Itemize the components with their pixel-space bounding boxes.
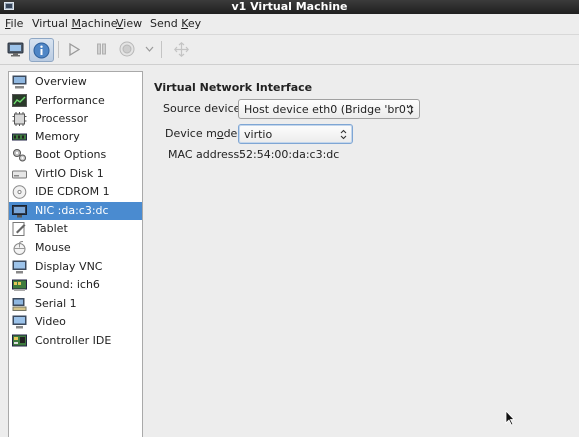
menu-send-key[interactable]: Send Key xyxy=(150,17,201,30)
sidebar-item-label: Processor xyxy=(35,112,88,125)
mac-address-label: MAC address: xyxy=(168,148,243,161)
sidebar-item-label: Performance xyxy=(35,94,105,107)
menu-vm-label: achine xyxy=(80,17,118,30)
menu-sendkey-mnemonic: K xyxy=(181,17,188,30)
device-model-label-pre: Device m xyxy=(165,127,217,140)
console-icon xyxy=(7,42,23,56)
shutdown-menu-button[interactable] xyxy=(143,38,155,60)
device-model-label-mnemonic: o xyxy=(216,127,224,140)
tablet-icon xyxy=(12,222,26,236)
sidebar-item-label: Display VNC xyxy=(35,260,103,273)
sidebar-item-label: Overview xyxy=(35,75,87,88)
sidebar-item-nic[interactable]: NIC :da:c3:dc xyxy=(9,202,142,220)
window-menu-icon[interactable] xyxy=(4,2,14,11)
sidebar-item-label: Boot Options xyxy=(35,148,107,161)
sidebar-item-label: Sound: ich6 xyxy=(35,278,100,291)
window-title: v1 Virtual Machine xyxy=(231,0,348,13)
dropdown-icon xyxy=(145,46,153,52)
details-icon xyxy=(33,42,50,58)
memory-icon xyxy=(12,133,27,141)
sidebar-item-performance[interactable]: Performance xyxy=(9,92,142,110)
combo-arrows-icon xyxy=(407,104,414,115)
sidebar-item-serial[interactable]: Serial 1 xyxy=(9,295,142,313)
source-device-value: Host device eth0 (Bridge 'br0') xyxy=(244,103,414,116)
boot-options-icon xyxy=(13,149,26,162)
run-button[interactable] xyxy=(64,38,84,60)
sound-icon xyxy=(12,279,27,291)
sidebar-item-label: IDE CDROM 1 xyxy=(35,185,110,198)
disk-icon xyxy=(12,170,27,179)
device-model-select[interactable]: virtio xyxy=(238,124,353,144)
device-model-label: Device model: xyxy=(165,127,244,141)
sidebar-item-sound[interactable]: Sound: ich6 xyxy=(9,276,142,294)
toolbar-separator xyxy=(161,41,162,58)
sidebar-item-overview[interactable]: Overview xyxy=(9,73,142,91)
details-button[interactable] xyxy=(29,38,54,62)
toolbar xyxy=(0,35,579,65)
menu-virtual-machine[interactable]: Virtual Machine xyxy=(32,17,118,30)
cdrom-icon xyxy=(12,185,27,199)
source-device-select[interactable]: Host device eth0 (Bridge 'br0') xyxy=(238,99,420,119)
sidebar-item-processor[interactable]: Processor xyxy=(9,110,142,128)
menu-view[interactable]: View xyxy=(116,17,142,30)
console-button[interactable] xyxy=(4,38,26,60)
hardware-list: Overview Performance Processor Memory Bo… xyxy=(8,71,143,437)
overview-icon xyxy=(12,75,27,89)
menu-sendkey-label: ey xyxy=(187,17,202,30)
toolbar-separator xyxy=(58,41,59,58)
sidebar-item-display-vnc[interactable]: Display VNC xyxy=(9,258,142,276)
sidebar-item-label: VirtIO Disk 1 xyxy=(35,167,104,180)
sidebar-item-video[interactable]: Video xyxy=(9,313,142,331)
sidebar-item-virtio-disk[interactable]: VirtIO Disk 1 xyxy=(9,165,142,183)
sidebar-item-memory[interactable]: Memory xyxy=(9,128,142,146)
menu-file-label: ile xyxy=(10,17,24,30)
source-device-label: Source device: xyxy=(163,102,245,115)
fullscreen-button[interactable] xyxy=(171,38,191,60)
menu-view-label: iew xyxy=(123,17,143,30)
sidebar-item-label: Video xyxy=(35,315,66,328)
sidebar-item-mouse[interactable]: Mouse xyxy=(9,239,142,257)
performance-icon xyxy=(12,94,27,107)
combo-arrows-icon xyxy=(340,129,347,140)
section-title: Virtual Network Interface xyxy=(154,81,313,94)
sidebar-item-ide-cdrom[interactable]: IDE CDROM 1 xyxy=(9,183,142,201)
nic-icon xyxy=(12,205,27,218)
run-icon xyxy=(69,42,80,56)
menu-vm-label-pre: Virtual xyxy=(32,17,72,30)
sidebar-item-boot-options[interactable]: Boot Options xyxy=(9,146,142,164)
shutdown-icon xyxy=(119,41,135,57)
menu-vm-mnemonic: M xyxy=(71,17,81,30)
sidebar-item-label: Controller IDE xyxy=(35,334,112,347)
mac-address-value: 52:54:00:da:c3:dc xyxy=(239,148,340,161)
sidebar-item-label: Memory xyxy=(35,130,80,143)
pause-icon xyxy=(96,43,106,55)
sidebar-item-label: NIC :da:c3:dc xyxy=(35,204,109,217)
sidebar-item-tablet[interactable]: Tablet xyxy=(9,220,142,238)
mouse-cursor-icon xyxy=(505,410,515,426)
pause-button[interactable] xyxy=(91,38,111,60)
sidebar-item-label: Tablet xyxy=(35,222,68,235)
menu-bar: File Virtual Machine View Send Key xyxy=(0,14,579,35)
shutdown-button[interactable] xyxy=(117,38,137,60)
display-icon xyxy=(12,260,27,274)
menu-file[interactable]: File xyxy=(5,17,23,30)
menu-sendkey-label-pre: Send xyxy=(150,17,182,30)
mouse-icon xyxy=(13,241,26,255)
sidebar-item-label: Mouse xyxy=(35,241,71,254)
processor-icon xyxy=(12,112,27,126)
serial-icon xyxy=(12,298,27,311)
sidebar-item-controller-ide[interactable]: Controller IDE xyxy=(9,332,142,350)
controller-icon xyxy=(12,334,27,347)
fullscreen-icon xyxy=(173,41,189,57)
video-icon xyxy=(12,315,27,329)
device-model-value: virtio xyxy=(244,128,273,141)
window-titlebar: v1 Virtual Machine xyxy=(0,0,579,14)
sidebar-item-label: Serial 1 xyxy=(35,297,77,310)
